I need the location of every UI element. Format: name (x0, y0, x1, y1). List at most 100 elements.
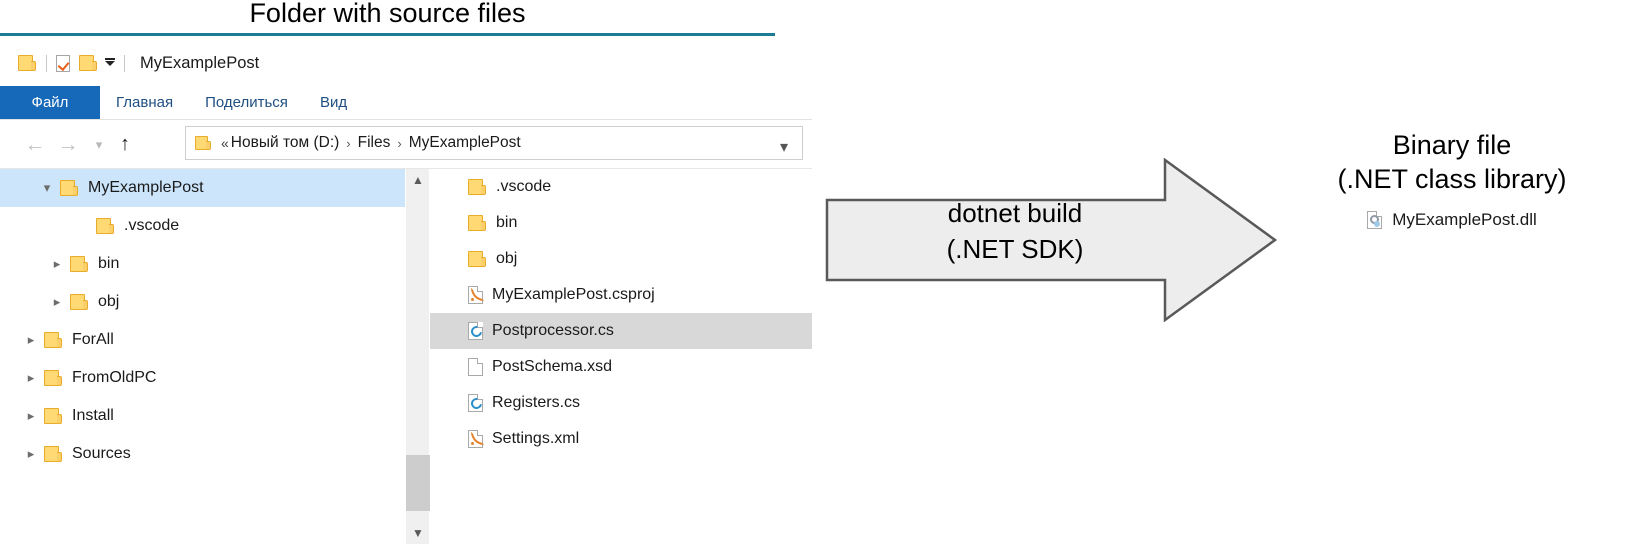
tab-home[interactable]: Главная (100, 86, 189, 119)
csharp-file-icon (468, 394, 485, 412)
blank-file-icon (468, 358, 483, 376)
tree-item-label: bin (98, 255, 120, 272)
file-name-label: obj (496, 250, 518, 267)
file-explorer-window: MyExamplePost Файл Главная Поделиться Ви… (0, 40, 812, 544)
file-list-pane: .vscode bin obj MyExamplePost.csproj Pos… (430, 169, 812, 544)
file-name-label: Registers.cs (492, 394, 581, 411)
arrow-label: dotnet build (.NET SDK) (865, 196, 1165, 268)
tree-item-label: Sources (72, 445, 131, 462)
file-name-label: Postprocessor.cs (492, 322, 614, 339)
customize-quick-access-bar-icon (105, 57, 115, 60)
diagram-title: Folder with source files (249, 0, 526, 28)
file-name-label: Settings.xml (492, 430, 580, 447)
folder-icon[interactable] (18, 55, 37, 71)
list-item[interactable]: Postprocessor.cs (430, 313, 812, 349)
list-item[interactable]: Registers.cs (430, 385, 812, 421)
breadcrumb-item-myexamplepost[interactable]: MyExamplePost (409, 134, 521, 152)
breadcrumb-item-files[interactable]: Files (358, 134, 391, 152)
csharp-file-icon (468, 322, 485, 340)
address-input[interactable]: « Новый том (D:) › Files › MyExamplePost… (185, 126, 803, 160)
list-item[interactable]: obj (430, 241, 812, 277)
list-item[interactable]: bin (430, 205, 812, 241)
address-bar: ← → ▾ ↑ « Новый том (D:) › Files › MyExa… (0, 120, 812, 168)
breadcrumb-separator: › (346, 135, 351, 151)
chevron-right-icon[interactable]: ▸ (18, 370, 44, 386)
forward-button[interactable]: → (55, 131, 81, 157)
ribbon-tabs: Файл Главная Поделиться Вид (0, 86, 812, 120)
recent-locations-chevron-down-icon[interactable]: ▾ (86, 131, 112, 157)
new-folder-icon[interactable] (79, 55, 98, 71)
folder-icon (44, 408, 63, 424)
folder-icon (468, 251, 487, 267)
scrollbar-thumb[interactable] (406, 455, 430, 511)
properties-check-icon[interactable] (56, 54, 70, 72)
tree-item-label: Install (72, 407, 114, 424)
tab-view[interactable]: Вид (304, 86, 363, 119)
explorer-titlebar: MyExamplePost (0, 40, 812, 86)
tree-item-label: obj (98, 293, 120, 310)
arrow-label-line2: (.NET SDK) (946, 233, 1084, 264)
tree-item-label: MyExamplePost (88, 179, 204, 196)
title-underline-rule (0, 33, 775, 36)
chevron-right-icon[interactable]: ▸ (18, 446, 44, 462)
chevron-right-icon[interactable]: ▸ (18, 332, 44, 348)
folder-icon (70, 294, 89, 310)
tree-item-label: FromOldPC (72, 369, 157, 386)
scroll-down-chevron-down-icon[interactable]: ▼ (406, 522, 430, 544)
arrow-label-line1: dotnet build (947, 198, 1083, 228)
tree-vertical-scrollbar[interactable]: ▲ ▼ (405, 169, 430, 544)
breadcrumb-item-drive[interactable]: Новый том (D:) (231, 134, 340, 152)
list-item[interactable]: Settings.xml (430, 421, 812, 457)
breadcrumb-separator: › (397, 135, 402, 151)
tree-item-label: ForAll (72, 331, 114, 348)
folder-icon (96, 218, 115, 234)
output-caption-line1: Binary file (1392, 130, 1512, 160)
folder-icon (468, 179, 487, 195)
xml-file-icon (468, 430, 483, 448)
toolbar-separator (46, 54, 47, 72)
tree-item-fromoldpc[interactable]: ▸ FromOldPC (0, 359, 405, 397)
toolbar-separator (124, 54, 125, 72)
tree-item-forall[interactable]: ▸ ForAll (0, 321, 405, 359)
tree-item-vscode[interactable]: .vscode (0, 207, 405, 245)
output-block: Binary file (.NET class library) MyExamp… (1262, 128, 1642, 230)
breadcrumb-overflow[interactable]: « (221, 135, 229, 151)
file-name-label: PostSchema.xsd (492, 358, 613, 375)
breadcrumb: « Новый том (D:) › Files › MyExamplePost (212, 134, 521, 152)
up-button[interactable]: ↑ (112, 131, 138, 157)
tree-item-obj[interactable]: ▸ obj (0, 283, 405, 321)
navigation-tree-pane: ▾ MyExamplePost .vscode ▸ bin ▸ obj ▸ Fo… (0, 169, 405, 544)
address-dropdown-chevron-down-icon[interactable]: ▾ (780, 137, 788, 157)
tab-file[interactable]: Файл (0, 86, 100, 119)
output-caption-line2: (.NET class library) (1337, 164, 1567, 195)
folder-icon (44, 370, 63, 386)
file-name-label: MyExamplePost.csproj (492, 286, 655, 303)
file-name-label: bin (496, 214, 518, 231)
chevron-down-icon[interactable]: ▾ (34, 180, 60, 196)
folder-icon (468, 215, 487, 231)
chevron-right-icon[interactable]: ▸ (44, 256, 70, 272)
chevron-right-icon[interactable]: ▸ (18, 408, 44, 424)
folder-icon (44, 332, 63, 348)
dll-file-icon (1367, 211, 1383, 230)
back-button[interactable]: ← (22, 131, 48, 157)
list-item[interactable]: .vscode (430, 169, 812, 205)
scroll-up-chevron-up-icon[interactable]: ▲ (406, 169, 430, 191)
build-arrow: dotnet build (.NET SDK) (825, 157, 1278, 323)
tree-item-bin[interactable]: ▸ bin (0, 245, 405, 283)
list-item[interactable]: MyExamplePost.csproj (430, 277, 812, 313)
output-file-name: MyExamplePost.dll (1392, 210, 1537, 230)
folder-icon (44, 446, 63, 462)
tab-share[interactable]: Поделиться (189, 86, 304, 119)
chevron-right-icon[interactable]: ▸ (44, 294, 70, 310)
tree-item-myexamplepost[interactable]: ▾ MyExamplePost (0, 169, 405, 207)
customize-quick-access-chevron-icon[interactable] (105, 60, 115, 66)
folder-icon (60, 180, 79, 196)
window-title: MyExamplePost (140, 53, 260, 72)
list-item[interactable]: PostSchema.xsd (430, 349, 812, 385)
tree-item-install[interactable]: ▸ Install (0, 397, 405, 435)
folder-icon (195, 136, 212, 150)
tree-item-sources[interactable]: ▸ Sources (0, 435, 405, 473)
file-name-label: .vscode (496, 178, 552, 195)
output-file-item: MyExamplePost.dll (1262, 210, 1642, 230)
